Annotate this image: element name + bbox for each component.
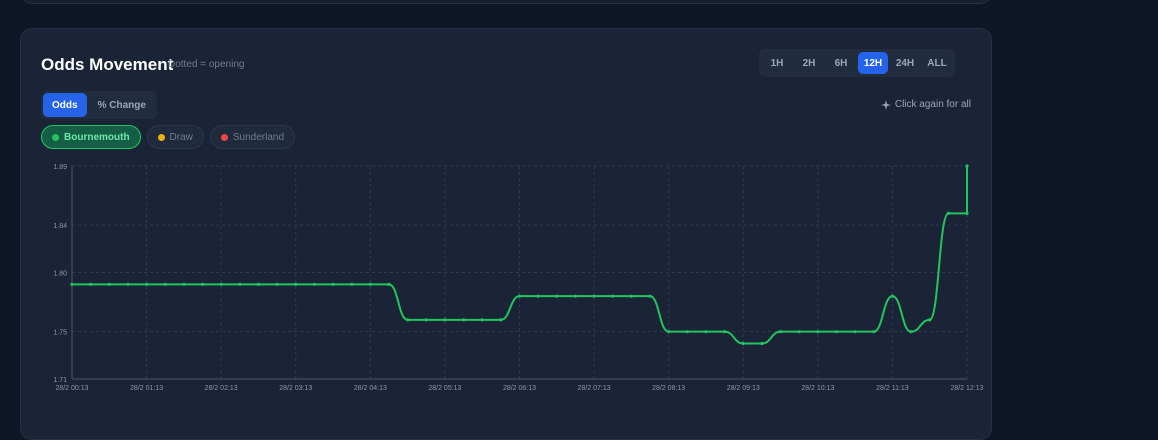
data-point: [834, 330, 839, 334]
x-tick-label: 28/2 09:13: [727, 385, 760, 392]
data-point: [499, 318, 503, 322]
x-tick-label: 28/2 05:13: [428, 385, 461, 392]
data-point: [219, 282, 223, 286]
data-point: [853, 330, 857, 334]
data-point: [946, 211, 950, 215]
data-point: [461, 318, 466, 322]
data-point: [909, 330, 913, 334]
data-point: [965, 164, 969, 168]
data-point: [331, 282, 335, 286]
data-point: [387, 282, 391, 286]
x-tick-label: 28/2 02:13: [205, 385, 238, 392]
data-point: [238, 282, 242, 286]
data-point: [965, 211, 969, 215]
data-point: [573, 294, 578, 298]
data-point: [163, 282, 167, 286]
data-point: [200, 282, 205, 286]
data-point: [256, 282, 261, 286]
data-point: [816, 330, 820, 334]
x-tick-label: 28/2 08:13: [652, 385, 685, 392]
data-point: [443, 318, 447, 322]
x-tick-label: 28/2 03:13: [279, 385, 312, 392]
data-point: [704, 330, 708, 334]
data-point: [182, 282, 186, 286]
x-tick-label: 28/2 04:13: [354, 385, 387, 392]
data-point: [611, 294, 615, 298]
data-point: [350, 282, 354, 286]
data-point: [629, 294, 633, 298]
data-point: [312, 282, 316, 286]
y-tick-label: 1.89: [53, 164, 67, 171]
data-point: [872, 330, 876, 334]
data-point: [294, 282, 298, 286]
data-point: [723, 330, 727, 334]
data-point: [368, 282, 372, 286]
data-point: [760, 341, 764, 346]
data-point: [480, 318, 484, 322]
data-point: [928, 318, 932, 322]
data-point: [741, 341, 745, 346]
data-point: [667, 330, 671, 334]
data-point: [648, 294, 652, 298]
data-point: [424, 318, 428, 322]
data-point: [555, 294, 559, 298]
data-point: [275, 282, 279, 286]
x-tick-label: 28/2 10:13: [801, 385, 834, 392]
data-point: [890, 294, 895, 298]
data-point: [406, 318, 410, 322]
y-tick-label: 1.84: [53, 223, 67, 230]
y-tick-label: 1.75: [53, 330, 67, 337]
data-point: [89, 282, 93, 286]
data-point: [778, 330, 783, 334]
x-tick-label: 28/2 01:13: [130, 385, 163, 392]
data-point: [536, 294, 540, 298]
data-point: [107, 282, 111, 286]
odds-line-chart: 1.71 1.75 1.80 1.84 1.89 28/2 00:13 28/2 01:13…: [53, 164, 983, 392]
data-point: [592, 294, 596, 298]
data-point: [797, 330, 801, 334]
data-point: [685, 330, 689, 334]
odds-movement-card: Odds Movement Dotted = opening 1H 2H 6H …: [20, 28, 992, 440]
x-tick-label: 28/2 00:13: [55, 385, 88, 392]
x-tick-label: 28/2 12:13: [950, 385, 983, 392]
x-tick-label: 28/2 07:13: [578, 385, 611, 392]
y-tick-label: 1.80: [53, 271, 67, 278]
y-tick-label: 1.71: [53, 377, 67, 384]
previous-card: [20, 0, 992, 4]
x-tick-label: 28/2 11:13: [876, 385, 909, 392]
x-tick-label: 28/2 06:13: [503, 385, 536, 392]
data-point: [70, 282, 74, 286]
data-point: [126, 282, 130, 286]
data-point: [144, 282, 149, 286]
data-point: [517, 294, 522, 298]
